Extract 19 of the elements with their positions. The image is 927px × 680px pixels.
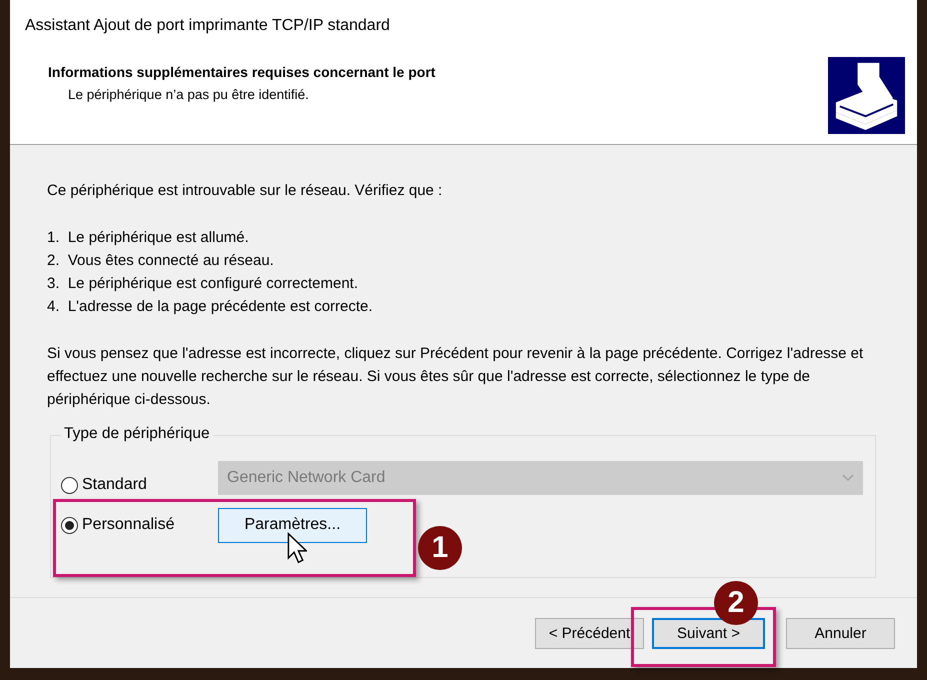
- dialog-button[interactable]: Suivant >: [652, 618, 765, 648]
- step-badge: 1: [418, 526, 462, 570]
- intro-text: Ce périphérique est introuvable sur le réseau. Vérifiez que :: [47, 181, 444, 201]
- instructions-text: Si vous pensez que l'adresse est incorrecte, cliquez sur Précédent pour revenir à la page précédente. Corrigez l'adresse et effectuez une nouvelle recherche sur le réseau. Si vous êtes sûr que l'adresse est correcte, sélectionnez le type de périphérique ci-dessous.: [47, 344, 864, 410]
- checklist-item: 1. Le périphérique est allumé.: [47, 228, 250, 248]
- window-title: Assistant Ajout de port imprimante TCP/IP standard: [25, 17, 391, 35]
- checklist-item: 4. L'adresse de la page précédente est correcte.: [47, 297, 374, 317]
- radio-option[interactable]: Personnalisé: [61, 516, 218, 534]
- printer-icon: [828, 57, 905, 134]
- chevron-down-icon: [842, 474, 854, 482]
- page-subheading: Le périphérique n’a pas pu être identifié.: [67, 87, 310, 102]
- checklist-item: 3. Le périphérique est configuré correctement.: [47, 274, 360, 294]
- step-badge: 2: [714, 581, 758, 625]
- dialog-button[interactable]: Annuler: [786, 618, 895, 648]
- group-label: Type de périphérique: [61, 425, 213, 443]
- page-heading: Informations supplémentaires requises concernant le port: [47, 64, 436, 80]
- cursor-icon: [287, 532, 307, 564]
- dialog-button[interactable]: < Précédent: [535, 618, 644, 648]
- checklist-item: 2. Vous êtes connecté au réseau.: [47, 251, 275, 271]
